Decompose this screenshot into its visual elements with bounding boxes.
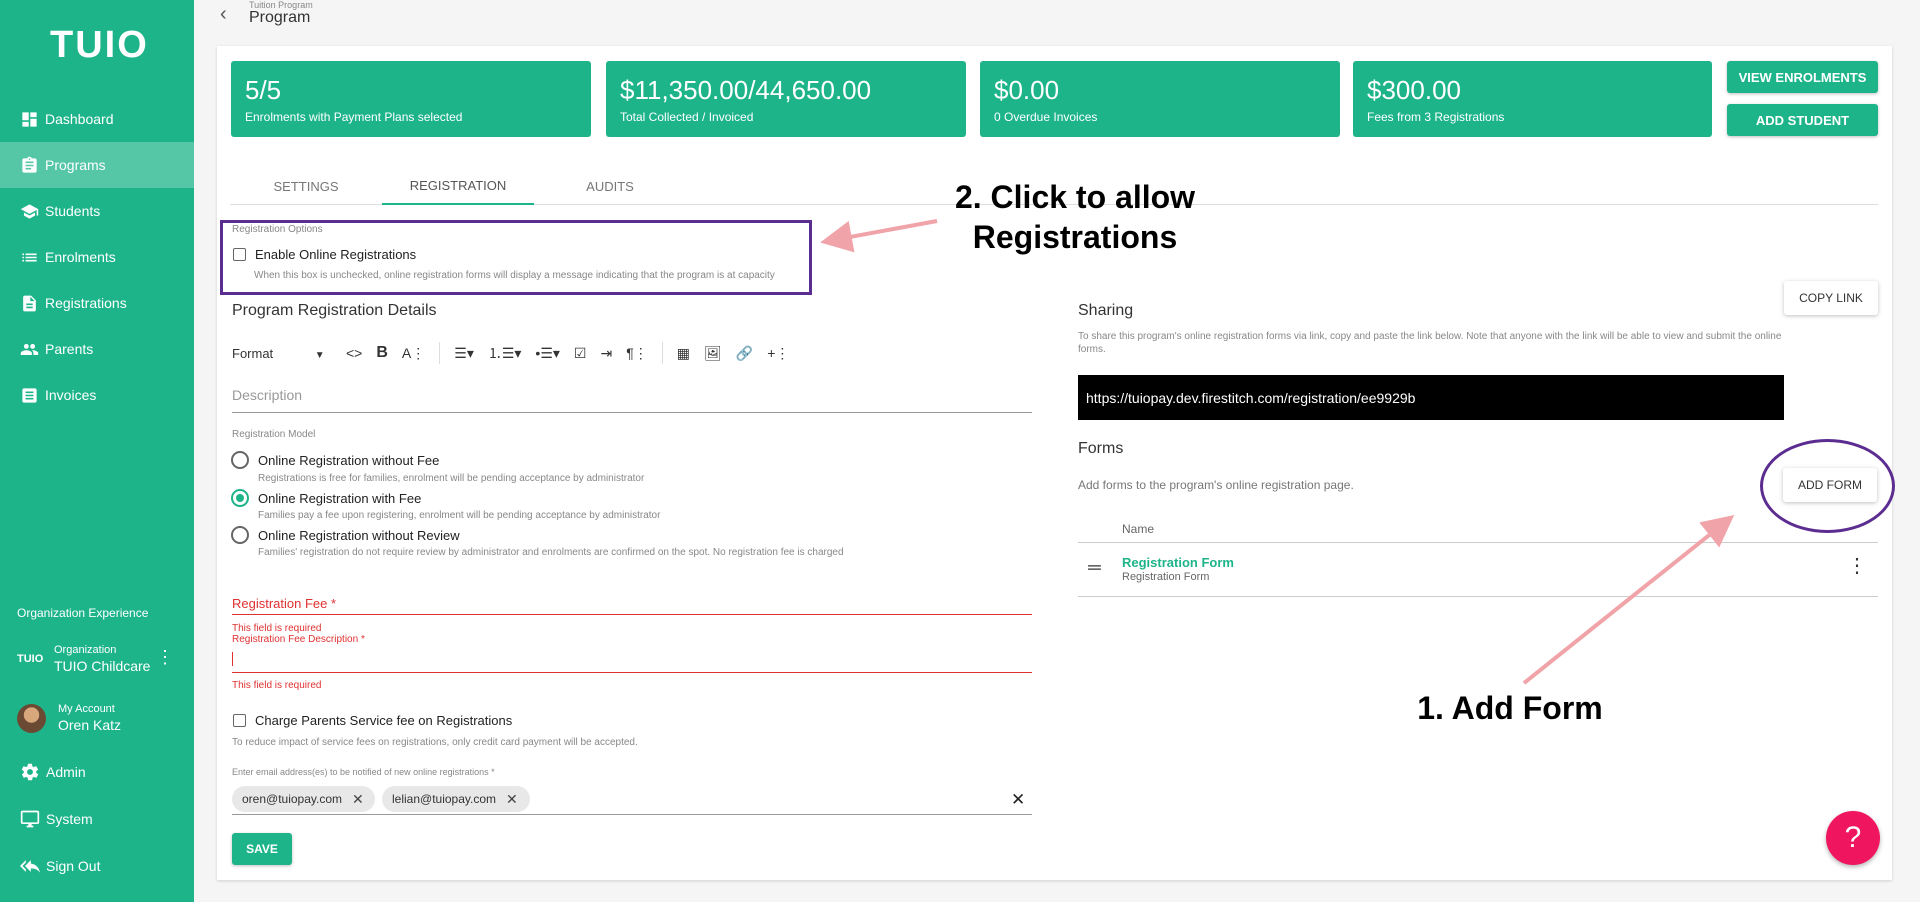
annotation-arrows <box>820 219 1735 685</box>
arrow-to-enable-checkbox <box>820 219 938 253</box>
help-button[interactable]: ? <box>1826 811 1880 865</box>
arrow-to-add-form <box>1522 515 1735 685</box>
